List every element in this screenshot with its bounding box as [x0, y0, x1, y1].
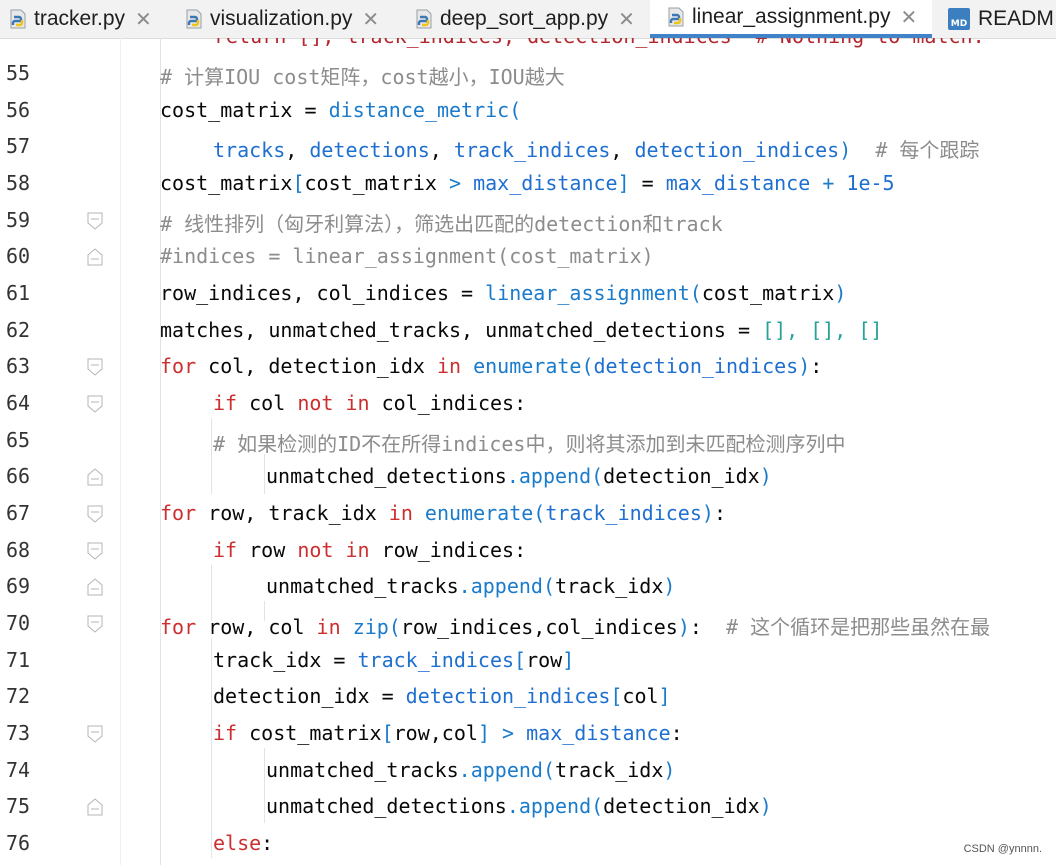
fold-start-icon[interactable] [87, 212, 103, 230]
code-line-70: for row, col in zip(row_indices,col_indi… [160, 615, 991, 639]
code-line-59: # 线性排列（匈牙利算法），筛选出匹配的detection和track [160, 212, 723, 236]
code-line-61: row_indices, col_indices = linear_assign… [160, 281, 847, 305]
close-icon[interactable]: ✕ [900, 5, 917, 29]
code-line-71: track_idx = track_indices[row] [213, 648, 575, 672]
watermark: CSDN @ynnnn. [963, 843, 1042, 855]
code-line-66: unmatched_detections.append(detection_id… [266, 464, 772, 488]
code-line-57: tracks, detections, track_indices, detec… [213, 138, 980, 162]
line-number: 64 [6, 391, 31, 415]
fold-start-icon[interactable] [87, 542, 103, 560]
indent-guide [160, 38, 161, 865]
code-editor[interactable]: return [], track_indices, detection_indi… [0, 38, 1056, 865]
code-line-68: if row not in row_indices: [213, 538, 527, 562]
indent-guide [211, 418, 212, 494]
code-line-73: if cost_matrix[row,col] > max_distance: [213, 721, 683, 745]
line-number: 62 [6, 318, 31, 342]
code-line-64: if col not in col_indices: [213, 391, 527, 415]
fold-end-icon[interactable] [87, 798, 103, 816]
code-line-63: for col, detection_idx in enumerate(dete… [160, 354, 823, 378]
editor-tab-bar: tracker.py ✕ visualization.py ✕ deep_sor… [0, 0, 1056, 39]
code-line-74: unmatched_tracks.append(track_idx) [266, 758, 676, 782]
line-number: 61 [6, 281, 31, 305]
line-number: 58 [6, 171, 31, 195]
python-file-icon [10, 9, 26, 29]
fold-end-icon[interactable] [87, 578, 103, 596]
line-number: 56 [6, 98, 31, 122]
line-number: 57 [6, 134, 31, 158]
line-number: 76 [6, 831, 31, 855]
close-icon[interactable]: ✕ [135, 7, 152, 31]
python-file-icon [668, 7, 684, 27]
tab-label: visualization.py [210, 7, 353, 30]
tab-label: linear_assignment.py [692, 5, 891, 28]
tab-label: tracker.py [34, 7, 126, 30]
tab-label: READM [978, 7, 1054, 30]
python-file-icon [416, 9, 432, 29]
indent-guide [264, 454, 265, 494]
fold-start-icon[interactable] [87, 615, 103, 633]
line-number: 67 [6, 501, 31, 525]
close-icon[interactable]: ✕ [362, 7, 379, 31]
code-line-75: unmatched_detections.append(detection_id… [266, 794, 772, 818]
line-number: 55 [6, 61, 31, 85]
tab-readme[interactable]: MD READM [948, 0, 1056, 38]
code-line-55: # 计算IOU cost矩阵，cost越小，IOU越大 [160, 65, 565, 89]
line-number: 74 [6, 758, 31, 782]
line-number: 72 [6, 684, 31, 708]
code-line-62: matches, unmatched_tracks, unmatched_det… [160, 318, 883, 342]
gutter-separator [120, 38, 121, 865]
code-line-54: return [], track_indices, detection_indi… [214, 38, 985, 48]
line-number: 66 [6, 464, 31, 488]
line-number: 60 [6, 244, 31, 268]
code-line-65: # 如果检测的ID不在所得indices中，则将其添加到未匹配检测序列中 [213, 432, 846, 456]
indent-guide [211, 638, 212, 858]
line-number: 75 [6, 794, 31, 818]
fold-start-icon[interactable] [87, 725, 103, 743]
fold-start-icon[interactable] [87, 358, 103, 376]
line-number: 65 [6, 428, 31, 452]
code-line-60: #indices = linear_assignment(cost_matrix… [160, 244, 654, 268]
line-number: 71 [6, 648, 31, 672]
code-line-67: for row, track_idx in enumerate(track_in… [160, 501, 726, 525]
line-number: 59 [6, 208, 31, 232]
code-line-72: detection_idx = detection_indices[col] [213, 684, 671, 708]
line-number: 63 [6, 354, 31, 378]
markdown-file-icon: MD [948, 8, 970, 30]
line-number: 68 [6, 538, 31, 562]
tab-linear-assignment[interactable]: linear_assignment.py ✕ [650, 0, 932, 38]
code-line-58: cost_matrix[cost_matrix > max_distance] … [160, 171, 895, 195]
python-file-icon [186, 9, 202, 29]
fold-end-icon[interactable] [87, 468, 103, 486]
code-line-76: else: [213, 831, 274, 855]
fold-end-icon[interactable] [87, 248, 103, 266]
code-line-69: unmatched_tracks.append(track_idx) [266, 574, 676, 598]
line-number: 70 [6, 611, 31, 635]
tab-deep-sort-app[interactable]: deep_sort_app.py ✕ [414, 0, 640, 38]
close-icon[interactable]: ✕ [618, 7, 635, 31]
fold-start-icon[interactable] [87, 505, 103, 523]
tab-visualization[interactable]: visualization.py ✕ [184, 0, 392, 38]
code-line-56: cost_matrix = distance_metric( [160, 98, 522, 122]
line-number: 69 [6, 574, 31, 598]
line-number: 73 [6, 721, 31, 745]
tab-label: deep_sort_app.py [440, 7, 609, 30]
indent-guide [264, 748, 265, 823]
fold-start-icon[interactable] [87, 395, 103, 413]
tab-tracker[interactable]: tracker.py ✕ [8, 0, 166, 38]
